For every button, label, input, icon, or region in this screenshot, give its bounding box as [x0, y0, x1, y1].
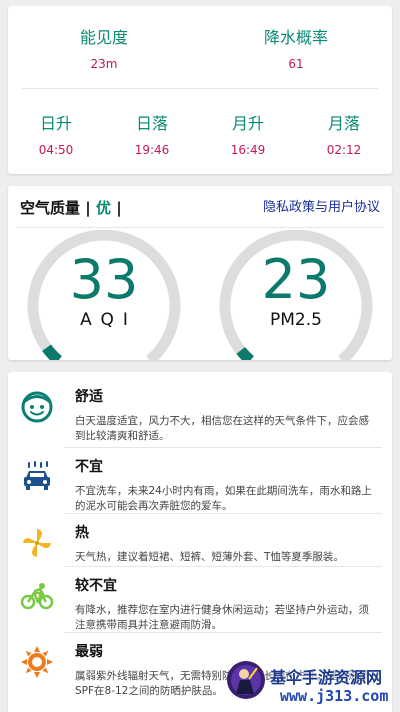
air-quality-level: 优: [95, 199, 111, 217]
visibility-label: 能见度: [79, 28, 128, 47]
divider: [64, 513, 382, 514]
sunrise-value: 04:50: [38, 143, 74, 157]
smiley-face-icon: [21, 391, 53, 423]
watermark-logo-icon: [227, 661, 265, 699]
sun-moon-row: 日升 04:50 日落 19:46 月升 16:49 月落 02:12: [8, 114, 392, 158]
pm25-label: PM2.5: [270, 310, 322, 330]
divider: [64, 566, 382, 567]
list-item[interactable]: 较不宜 有降水，推荐您在室内进行健身休闲运动；若坚持户外运动，须注意携带雨具并注…: [8, 571, 392, 633]
list-item[interactable]: 舒适 白天温度适宜，风力不大，相信您在这样的天气条件下，应会感到比较清爽和舒适。: [8, 382, 392, 444]
life-item-desc: 不宜洗车，未来24小时内有雨，如果在此期间洗车，雨水和路上的泥水可能会再次弄脏您…: [75, 485, 372, 512]
visibility-cell: 能见度 23m: [8, 28, 200, 72]
sunset-label: 日落: [135, 114, 168, 133]
pm25-value: 23: [261, 248, 331, 311]
aqi-gauge-fill: [42, 344, 63, 360]
life-item-desc: 天气热，建议着短裙、短裤、短薄外套、T恤等夏季服装。: [75, 551, 344, 563]
moonset-label: 月落: [327, 114, 360, 133]
air-quality-title-prefix: 空气质量 |: [20, 199, 91, 217]
list-item[interactable]: 不宜 不宜洗车，未来24小时内有雨，如果在此期间洗车，雨水和路上的泥水可能会再次…: [8, 452, 392, 514]
car-wash-icon: [24, 461, 50, 490]
life-item-desc: 白天温度适宜，风力不大，相信您在这样的天气条件下，应会感到比较清爽和舒适。: [75, 415, 369, 442]
aqi-gauge: 33 AQI: [14, 228, 194, 360]
sunset-value: 19:46: [134, 143, 170, 157]
cyclist-icon: [20, 583, 54, 610]
watermark-url: www.j313.com: [280, 687, 389, 705]
aqi-value: 33: [69, 248, 139, 311]
sunset-cell: 日落 19:46: [104, 114, 200, 158]
divider: [64, 447, 382, 448]
visibility-value: 23m: [90, 57, 118, 71]
precip-cell: 降水概率 61: [200, 28, 392, 72]
divider: [22, 88, 378, 89]
precip-value: 61: [288, 57, 304, 71]
moonrise-label: 月升: [231, 114, 264, 133]
site-watermark: 基伞手游资源网 www.j313.com: [226, 656, 400, 712]
astro-card: 能见度 23m 降水概率 61 日升 04:50 日落 19:46 月升 16:…: [8, 6, 392, 174]
air-quality-title: 空气质量 | 优 |: [20, 199, 122, 217]
moonrise-cell: 月升 16:49: [200, 114, 296, 158]
aqi-label: AQI: [80, 310, 137, 330]
moonset-value: 02:12: [326, 143, 362, 157]
sunrise-cell: 日升 04:50: [8, 114, 104, 158]
moonset-cell: 月落 02:12: [296, 114, 392, 158]
life-item-title: 不宜: [75, 459, 103, 475]
life-item-desc: 有降水，推荐您在室内进行健身休闲运动；若坚持户外运动，须注意携带雨具并注意避雨防…: [75, 604, 369, 631]
privacy-policy-link[interactable]: 隐私政策与用户协议: [263, 200, 380, 216]
life-item-title: 热: [75, 525, 89, 541]
life-item-title: 舒适: [75, 389, 103, 405]
pm25-gauge-fill: [236, 346, 254, 360]
life-item-title: 较不宜: [75, 578, 117, 594]
visibility-precip-row: 能见度 23m 降水概率 61: [8, 28, 392, 72]
sunrise-label: 日升: [39, 114, 72, 133]
divider: [64, 632, 382, 633]
life-item-title: 最弱: [75, 644, 103, 660]
air-quality-card: 空气质量 | 优 | 隐私政策与用户协议 33 AQI 23 PM2.5: [8, 186, 392, 360]
sun-icon: [21, 646, 53, 678]
moonrise-value: 16:49: [230, 143, 266, 157]
pinwheel-icon: [23, 529, 51, 557]
precip-label: 降水概率: [263, 28, 328, 47]
air-quality-title-suffix: |: [116, 199, 122, 217]
pm25-gauge: 23 PM2.5: [206, 228, 386, 360]
watermark-title: 基伞手游资源网: [270, 668, 383, 687]
